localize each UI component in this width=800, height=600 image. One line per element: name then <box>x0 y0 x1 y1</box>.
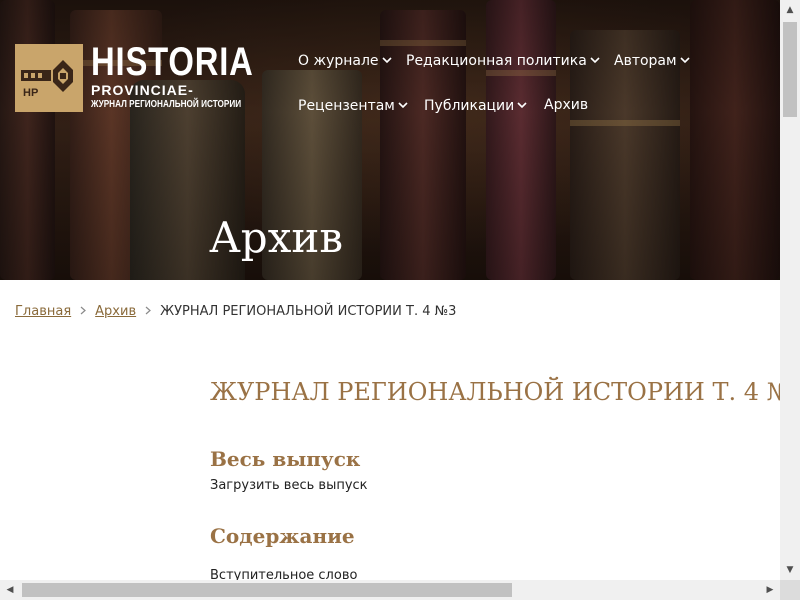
vertical-scrollbar[interactable]: ▲ ▼ <box>780 0 800 580</box>
logo-wordmark: HISTORIA <box>91 40 254 84</box>
download-full-issue-link[interactable]: Загрузить весь выпуск <box>210 478 368 493</box>
chevron-down-icon <box>590 52 600 68</box>
site-logo[interactable]: HP HISTORIA PROVINCIAE- ЖУРНАЛ РЕГИОНАЛЬ… <box>15 40 255 114</box>
contents-heading: Содержание <box>210 524 355 548</box>
issue-title: ЖУРНАЛ РЕГИОНАЛЬНОЙ ИСТОРИИ Т. 4 №3 <box>210 378 780 406</box>
logo-mark-text: HP <box>23 87 38 99</box>
breadcrumb-current: ЖУРНАЛ РЕГИОНАЛЬНОЙ ИСТОРИИ Т. 4 №3 <box>160 304 457 319</box>
logo-subtitle-line2: ЖУРНАЛ РЕГИОНАЛЬНОЙ ИСТОРИИ <box>91 99 242 110</box>
page-viewport: HP HISTORIA PROVINCIAE- ЖУРНАЛ РЕГИОНАЛЬ… <box>0 0 780 580</box>
scroll-left-arrow-icon[interactable]: ◀ <box>0 580 20 600</box>
nav-item-label: Публикации <box>424 98 515 114</box>
horizontal-scrollbar-thumb[interactable] <box>22 583 512 597</box>
chevron-down-icon <box>398 97 408 113</box>
nav-item-reviewers[interactable]: Рецензентам <box>298 97 408 114</box>
chevron-down-icon <box>680 52 690 68</box>
scroll-down-arrow-icon[interactable]: ▼ <box>780 560 800 580</box>
nav-item-authors[interactable]: Авторам <box>614 52 690 69</box>
nav-item-archive[interactable]: Архив <box>544 97 588 113</box>
nav-item-about[interactable]: О журнале <box>298 52 392 69</box>
page-title: Архив <box>209 213 344 262</box>
scroll-right-arrow-icon[interactable]: ▶ <box>760 580 780 600</box>
chevron-right-icon <box>80 304 87 318</box>
breadcrumb-link-home[interactable]: Главная <box>15 304 71 319</box>
nav-item-label: Рецензентам <box>298 98 395 114</box>
hero-banner: HP HISTORIA PROVINCIAE- ЖУРНАЛ РЕГИОНАЛЬ… <box>0 0 780 280</box>
logo-subtitle-line1: PROVINCIAE- <box>91 82 194 98</box>
logo-key-icon: HP <box>15 44 83 112</box>
nav-item-editorial-policy[interactable]: Редакционная политика <box>406 52 600 69</box>
scroll-up-arrow-icon[interactable]: ▲ <box>780 0 800 20</box>
vertical-scrollbar-thumb[interactable] <box>783 22 797 117</box>
full-issue-heading: Весь выпуск <box>210 447 361 471</box>
breadcrumb-link-archive[interactable]: Архив <box>95 304 136 319</box>
nav-item-publications[interactable]: Публикации <box>424 97 527 114</box>
scrollbar-corner <box>780 580 800 600</box>
nav-item-label: О журнале <box>298 53 379 69</box>
nav-item-label: Редакционная политика <box>406 53 587 69</box>
chevron-right-icon <box>145 304 152 318</box>
chevron-down-icon <box>381 52 392 68</box>
chevron-down-icon <box>517 97 527 113</box>
contents-item-link[interactable]: Вступительное слово <box>210 568 357 580</box>
breadcrumb: Главная Архив ЖУРНАЛ РЕГИОНАЛЬНОЙ ИСТОРИИ … <box>15 304 456 319</box>
nav-item-label: Архив <box>544 97 589 113</box>
horizontal-scrollbar[interactable]: ◀ ▶ <box>0 580 780 600</box>
nav-item-label: Авторам <box>614 53 677 69</box>
